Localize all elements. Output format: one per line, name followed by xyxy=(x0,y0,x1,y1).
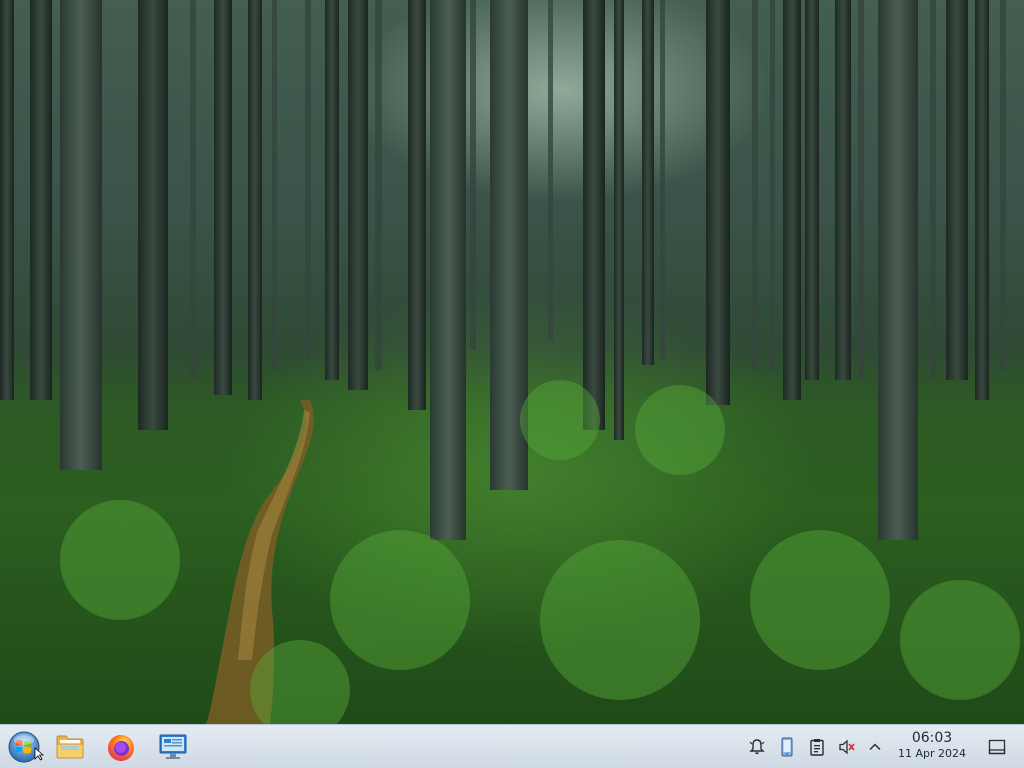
clipboard-icon xyxy=(810,739,824,756)
show-desktop-icon xyxy=(988,739,1006,755)
chevron-up-icon xyxy=(869,743,881,751)
tray-clock[interactable]: 06:03 11 Apr 2024 xyxy=(889,730,975,761)
bell-icon xyxy=(749,739,765,755)
taskbar-firefox[interactable] xyxy=(102,729,140,765)
start-button[interactable] xyxy=(4,729,44,765)
tray-clipboard-app[interactable] xyxy=(777,737,797,757)
tray-notifications[interactable] xyxy=(747,737,767,757)
taskbar: 06:03 11 Apr 2024 xyxy=(0,724,1024,768)
folder-icon xyxy=(56,735,84,759)
firefox-icon xyxy=(108,735,134,761)
show-desktop-button[interactable] xyxy=(987,737,1007,757)
tray-clipboard[interactable] xyxy=(807,737,827,757)
clock-time: 06:03 xyxy=(911,730,953,746)
mouse-cursor-icon xyxy=(34,747,44,761)
desktop-wallpaper[interactable] xyxy=(0,0,1024,724)
monitor-icon xyxy=(159,734,187,759)
tray-show-hidden[interactable] xyxy=(865,737,885,757)
speaker-muted-icon xyxy=(839,739,855,755)
taskbar-remote-desktop[interactable] xyxy=(154,729,192,765)
tray-volume[interactable] xyxy=(837,737,857,757)
phone-icon xyxy=(781,737,793,757)
forest-wallpaper-image xyxy=(0,0,1020,724)
clock-date: 11 Apr 2024 xyxy=(897,747,966,760)
taskbar-file-manager[interactable] xyxy=(52,729,88,765)
